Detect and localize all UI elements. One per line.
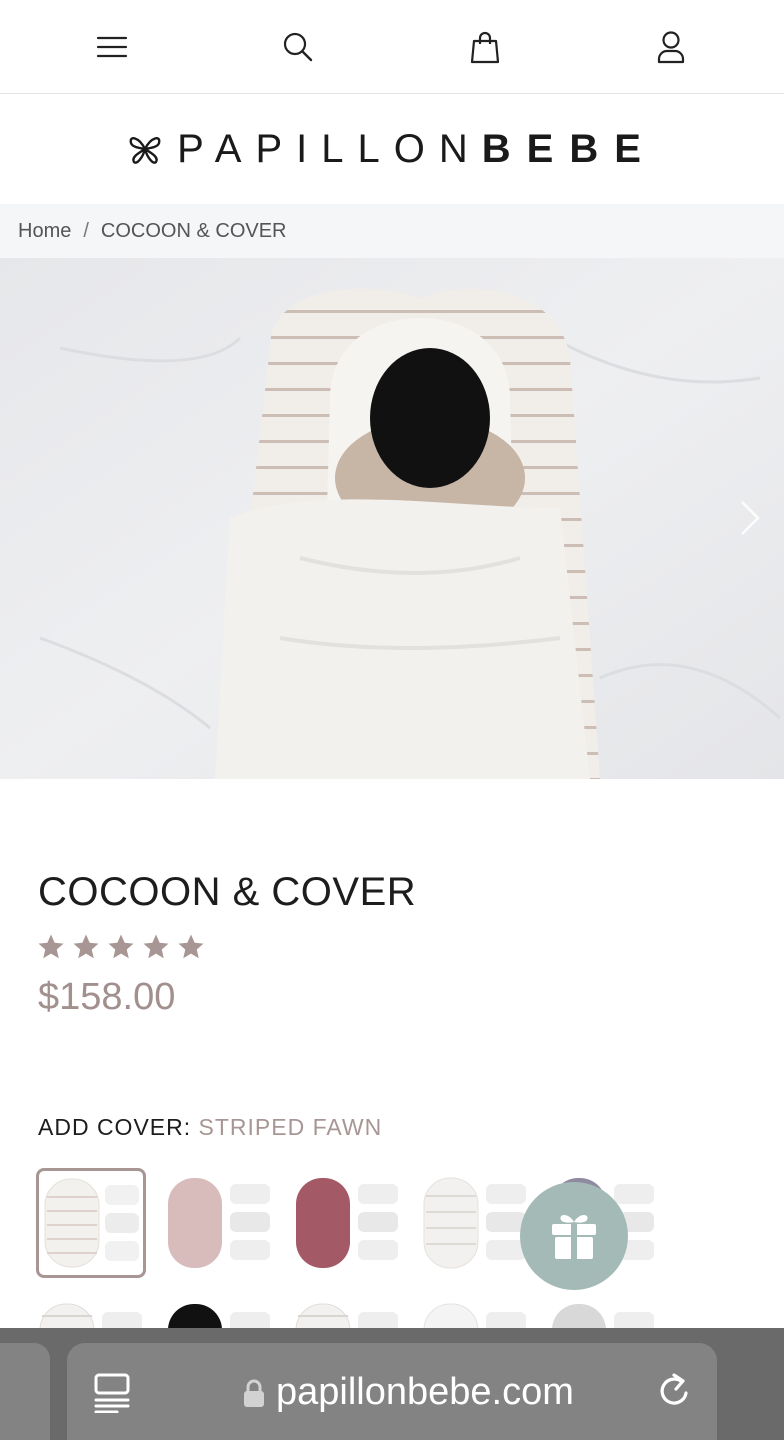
breadcrumb-current: COCOON & COVER	[100, 219, 287, 242]
product-title: COCOON & COVER	[38, 870, 417, 914]
logo-text-light: PAPILLON	[177, 126, 482, 171]
star-icon	[178, 934, 204, 959]
url-text: papillonbebe.com	[276, 1371, 574, 1413]
product-image-carousel[interactable]	[0, 258, 784, 779]
reload-icon[interactable]	[655, 1371, 695, 1411]
chevron-right-icon[interactable]	[738, 498, 762, 538]
product-photo	[0, 258, 784, 779]
butterfly-logo-icon	[129, 137, 161, 164]
star-icon	[143, 934, 169, 959]
swatch-striped-fawn[interactable]	[36, 1168, 146, 1278]
breadcrumb: Home / COCOON & COVER	[0, 204, 784, 258]
previous-tab-preview[interactable]	[0, 1343, 50, 1440]
tabs-overview-icon[interactable]	[93, 1373, 131, 1413]
swatch-blush[interactable]	[164, 1168, 274, 1278]
add-cover-label-text: ADD COVER:	[38, 1114, 192, 1140]
hamburger-menu-icon[interactable]	[92, 27, 132, 67]
swatch-rose[interactable]	[292, 1168, 402, 1278]
top-nav-bar	[0, 0, 784, 94]
browser-toolbar: papillonbebe.com	[0, 1328, 784, 1440]
selected-cover-value: STRIPED FAWN	[198, 1114, 383, 1140]
add-cover-label: ADD COVER: STRIPED FAWN	[38, 1114, 382, 1141]
breadcrumb-separator: /	[83, 219, 89, 242]
star-rating[interactable]	[36, 932, 206, 962]
star-icon	[73, 934, 99, 959]
lock-icon	[244, 1379, 264, 1407]
brand-logo[interactable]: PAPILLONBEBE	[0, 95, 784, 203]
url-display[interactable]: papillonbebe.com	[242, 1371, 574, 1414]
shopping-bag-icon[interactable]	[465, 27, 505, 67]
star-icon	[38, 934, 64, 959]
logo-text-bold: BEBE	[481, 126, 657, 171]
logo-wordmark: PAPILLONBEBE	[177, 127, 657, 172]
breadcrumb-home-link[interactable]: Home	[18, 220, 71, 243]
user-account-icon[interactable]	[651, 27, 691, 67]
star-icon	[108, 934, 134, 959]
swatch-striped-grey[interactable]	[420, 1168, 530, 1278]
search-icon[interactable]	[278, 27, 318, 67]
gift-icon	[552, 1215, 596, 1259]
product-price: $158.00	[38, 976, 176, 1018]
address-bar[interactable]: papillonbebe.com	[67, 1343, 717, 1440]
gift-rewards-button[interactable]	[520, 1182, 628, 1290]
